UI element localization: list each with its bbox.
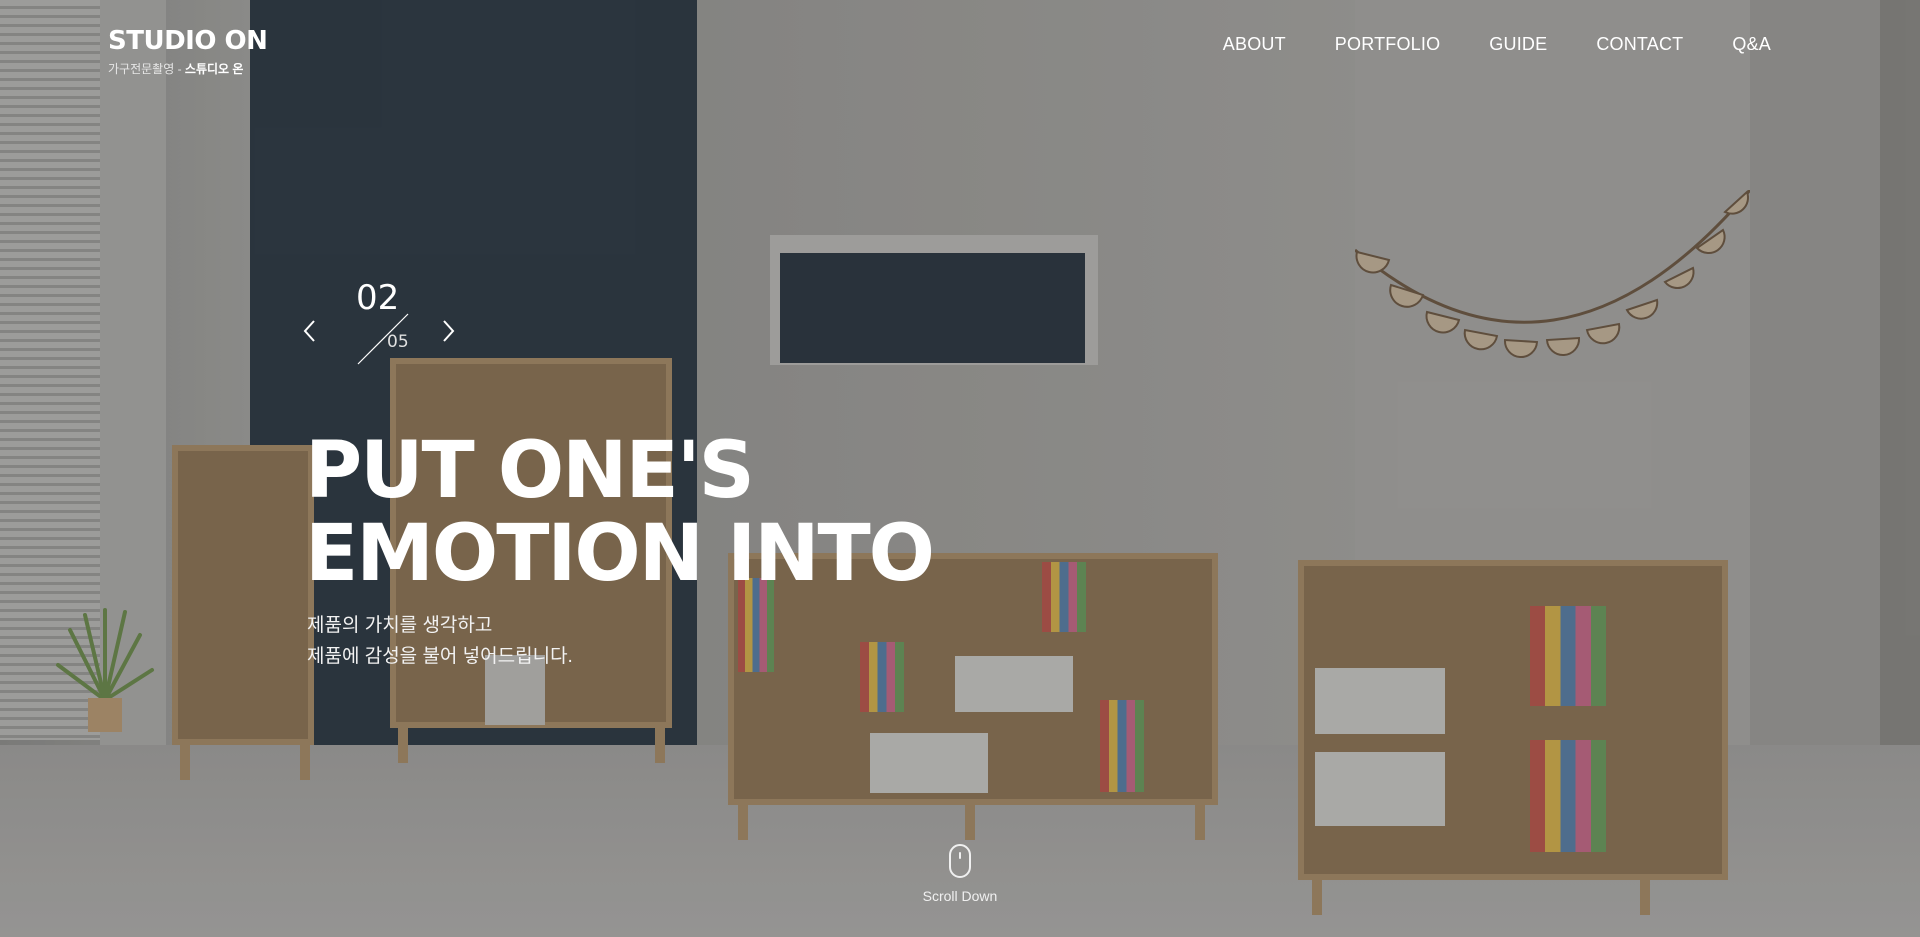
scroll-down-button[interactable]: Scroll Down xyxy=(900,844,1020,904)
main-navigation: ABOUT PORTFOLIO GUIDE CONTACT Q&A xyxy=(1223,34,1771,55)
logo-tagline: 가구전문촬영 - 스튜디오 온 xyxy=(108,60,243,77)
nav-item-qna[interactable]: Q&A xyxy=(1732,34,1771,55)
total-slide-number: 05 xyxy=(387,332,409,352)
logo-tagline-light: 가구전문촬영 - xyxy=(108,62,185,76)
hero-headline-line-2: EMOTION INTO xyxy=(305,509,935,599)
hero-headline-line-1: PUT ONE'S xyxy=(305,426,755,516)
mouse-icon xyxy=(949,844,971,878)
nav-item-about[interactable]: ABOUT xyxy=(1223,34,1286,55)
slide-counter: 02 05 xyxy=(300,280,470,365)
hero-background-image xyxy=(0,0,1920,937)
logo-wordmark: STUDIO ON xyxy=(108,26,268,56)
hero-subtext: 제품의 가치를 생각하고 제품에 감성을 불어 넣어드립니다. xyxy=(307,610,573,672)
site-logo[interactable]: STUDIO ON 가구전문촬영 - 스튜디오 온 xyxy=(108,18,268,80)
chevron-left-icon[interactable] xyxy=(300,318,320,344)
hero-headline: PUT ONE'S EMOTION INTO xyxy=(305,426,935,599)
chevron-right-icon[interactable] xyxy=(438,318,458,344)
nav-item-guide[interactable]: GUIDE xyxy=(1489,34,1547,55)
hero-subtext-line-2: 제품에 감성을 불어 넣어드립니다. xyxy=(307,646,573,667)
dark-overlay xyxy=(0,0,1920,937)
scroll-down-label: Scroll Down xyxy=(922,888,998,904)
logo-tagline-bold: 스튜디오 온 xyxy=(184,62,244,76)
nav-item-portfolio[interactable]: PORTFOLIO xyxy=(1335,34,1441,55)
nav-item-contact[interactable]: CONTACT xyxy=(1596,34,1683,55)
hero-subtext-line-1: 제품의 가치를 생각하고 xyxy=(307,615,493,636)
